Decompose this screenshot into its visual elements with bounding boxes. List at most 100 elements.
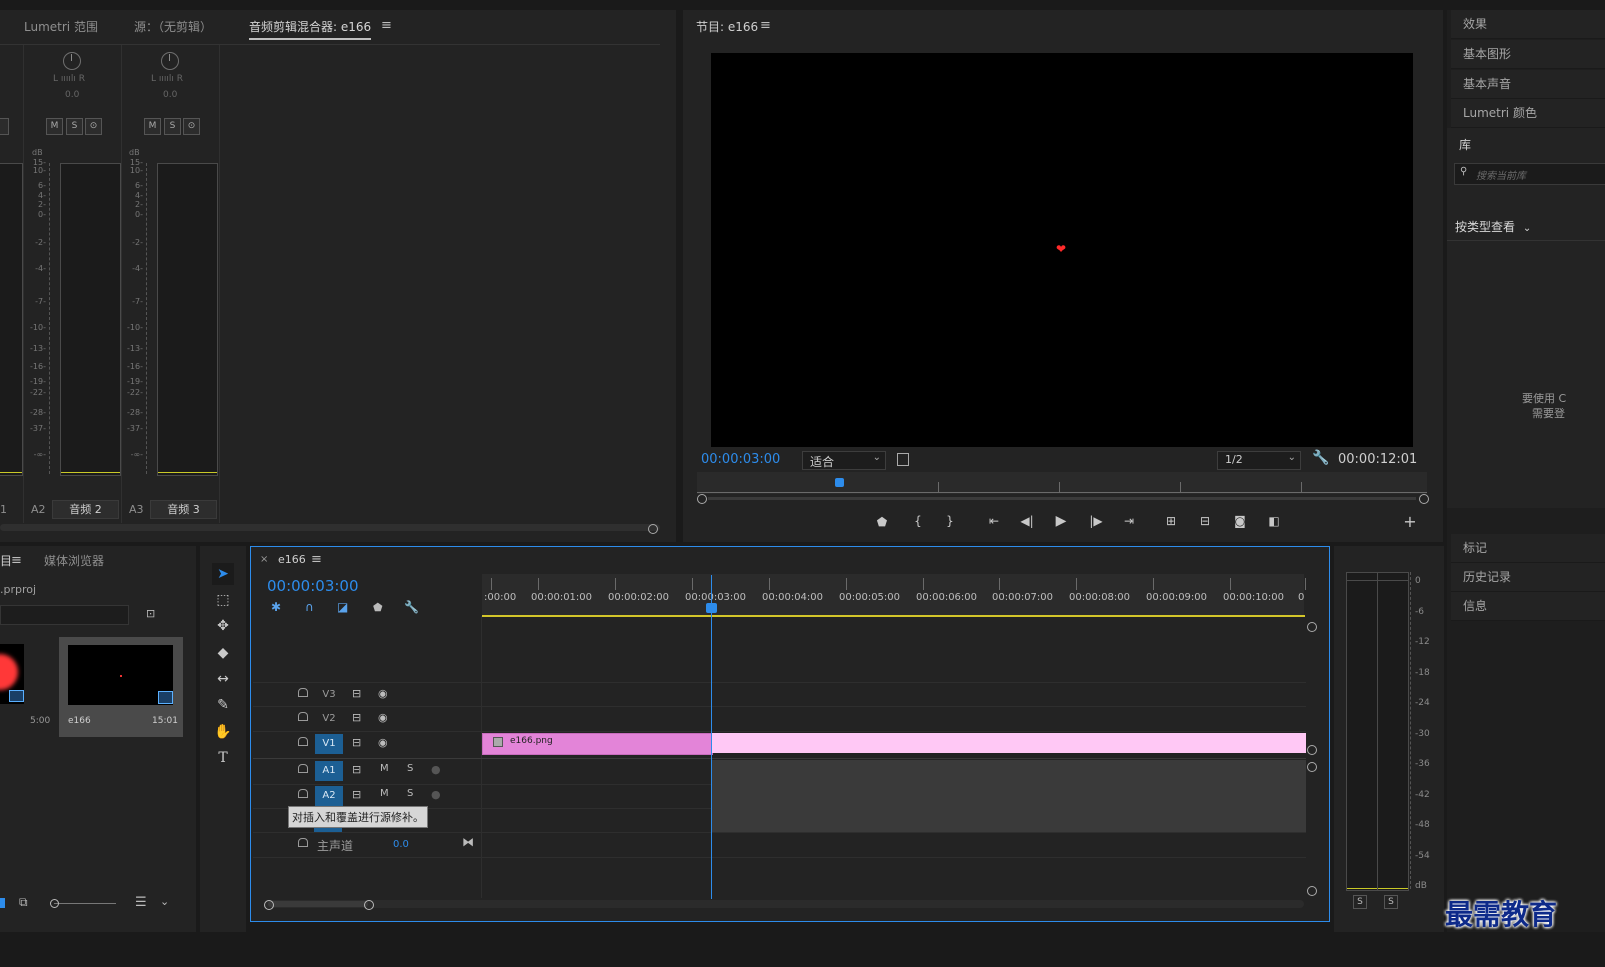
panel-effects[interactable]: 效果 — [1451, 10, 1605, 39]
monitor-time-ruler[interactable] — [697, 472, 1427, 494]
lock-icon[interactable] — [298, 838, 308, 847]
channel-name-a3[interactable]: 音频 3 — [150, 500, 217, 519]
lock-icon[interactable] — [298, 764, 308, 773]
sequence-tab[interactable]: e166 — [278, 553, 306, 566]
channel-name-a2[interactable]: 音频 2 — [52, 500, 119, 519]
track-name[interactable]: A2 — [315, 786, 343, 806]
play-button[interactable]: ▶ — [1050, 513, 1072, 529]
list-view-icon[interactable] — [0, 898, 5, 908]
track-select-tool-icon[interactable]: ⬚ — [212, 589, 234, 611]
solo-left-button[interactable]: S — [1353, 895, 1367, 909]
mute-track-button[interactable]: M — [380, 788, 389, 799]
tab-source[interactable]: 源：（无剪辑） — [134, 18, 212, 35]
button-editor-plus-icon[interactable]: + — [1399, 512, 1421, 531]
lock-icon[interactable] — [298, 688, 308, 697]
track-name[interactable]: V3 — [315, 685, 343, 705]
panel-menu-icon[interactable]: ≡ — [11, 553, 22, 568]
go-to-out-button[interactable]: ⇥ — [1118, 514, 1140, 528]
razor-tool-icon[interactable]: ◆ — [212, 642, 234, 664]
mark-out-button[interactable]: } — [939, 514, 961, 528]
solo-track-button[interactable]: S — [407, 788, 413, 799]
track-name[interactable]: V2 — [315, 709, 343, 729]
wrench-icon[interactable]: 🔧 — [404, 600, 419, 614]
tab-media-browser[interactable]: 媒体浏览器 — [44, 552, 104, 569]
lock-icon[interactable] — [298, 737, 308, 746]
eye-icon[interactable]: ◉ — [378, 736, 388, 749]
master-meter-toggle-icon[interactable]: ⧓ — [462, 835, 474, 849]
mute-button-a3[interactable]: M — [144, 118, 161, 135]
microphone-icon[interactable]: ● — [431, 788, 441, 801]
zoom-handle-right[interactable] — [1419, 494, 1429, 504]
close-icon[interactable]: × — [260, 554, 268, 565]
lift-button[interactable]: ⊞ — [1160, 514, 1182, 528]
panel-markers[interactable]: 标记 — [1451, 534, 1605, 563]
add-marker-button[interactable]: ⬟ — [871, 515, 893, 529]
resolution-select[interactable]: 1/2 ⌄ — [1217, 451, 1301, 470]
microphone-icon[interactable]: ● — [431, 763, 441, 776]
horizontal-scrollbar[interactable] — [0, 524, 660, 531]
wrench-icon[interactable]: 🔧 — [1312, 450, 1329, 466]
type-tool-icon[interactable]: T — [212, 747, 234, 769]
project-search-input[interactable] — [0, 605, 129, 625]
scroll-handle[interactable] — [264, 900, 274, 910]
volume-fader-track[interactable] — [49, 163, 51, 474]
scroll-handle[interactable] — [648, 524, 658, 534]
sort-icon[interactable]: ☰ — [135, 895, 147, 910]
library-search[interactable]: ⚲ 搜索当前库 — [1454, 163, 1605, 185]
fit-select[interactable]: 适合 ⌄ — [802, 451, 886, 470]
chevron-down-icon[interactable]: ⌄ — [160, 895, 169, 908]
sync-lock-icon[interactable]: ⊟ — [352, 687, 361, 700]
master-volume[interactable]: 0.0 — [393, 839, 409, 850]
mute-track-button[interactable]: M — [380, 763, 389, 774]
panel-menu-icon[interactable]: ≡ — [760, 18, 771, 33]
track-name[interactable]: V1 — [315, 734, 343, 754]
pen-tool-icon[interactable]: ✎ — [212, 694, 234, 716]
solo-track-button[interactable]: S — [407, 763, 413, 774]
linked-selection-icon[interactable]: ◪ — [337, 600, 348, 614]
hand-tool-icon[interactable]: ✋ — [212, 721, 234, 743]
panel-essential-sound[interactable]: 基本声音 — [1451, 70, 1605, 99]
tab-audio-clip-mixer[interactable]: 音频剪辑混合器: e166 — [249, 18, 372, 40]
sync-lock-icon[interactable]: ⊟ — [352, 711, 361, 724]
tab-lumetri-scopes[interactable]: Lumetri 范围 — [24, 18, 98, 35]
horizontal-scroll-thumb[interactable] — [268, 901, 368, 907]
record-button-a3[interactable]: ⊙ — [183, 118, 200, 135]
vertical-scroll-handle[interactable] — [1307, 745, 1317, 755]
step-back-button[interactable]: ◀| — [1016, 514, 1038, 528]
panel-history[interactable]: 历史记录 — [1451, 563, 1605, 592]
vertical-scroll-handle[interactable] — [1307, 762, 1317, 772]
partial-button[interactable] — [0, 118, 9, 135]
timeline-playhead[interactable] — [706, 603, 717, 613]
panel-info[interactable]: 信息 — [1451, 592, 1605, 621]
zoom-bar[interactable] — [708, 497, 1416, 500]
track-name[interactable]: A1 — [315, 761, 343, 781]
volume-fader-track[interactable] — [146, 163, 148, 474]
panel-lumetri-color[interactable]: Lumetri 颜色 — [1451, 99, 1605, 128]
safe-margins-icon[interactable] — [897, 453, 909, 466]
zoom-handle-left[interactable] — [697, 494, 707, 504]
lock-icon[interactable] — [298, 712, 308, 721]
lock-icon[interactable] — [298, 789, 308, 798]
pan-knob-a3[interactable] — [161, 52, 179, 70]
timeline-timecode[interactable]: 00:00:03:00 — [267, 577, 359, 595]
sync-lock-icon[interactable]: ⊟ — [352, 736, 361, 749]
zoom-slider-handle[interactable] — [50, 899, 59, 908]
step-forward-button[interactable]: |▶ — [1085, 514, 1107, 528]
sync-lock-icon[interactable]: ⊟ — [352, 788, 361, 801]
panel-libraries[interactable]: 库 — [1459, 136, 1471, 153]
ripple-edit-tool-icon[interactable]: ✥ — [212, 615, 234, 637]
selection-tool-icon[interactable]: ➤ — [212, 563, 234, 585]
comparison-view-button[interactable]: ◧ — [1263, 514, 1285, 528]
panel-essential-graphics[interactable]: 基本图形 — [1451, 40, 1605, 69]
solo-button-a3[interactable]: S — [164, 118, 181, 135]
snap-icon[interactable]: ∩ — [305, 600, 314, 614]
extract-button[interactable]: ⊟ — [1194, 514, 1216, 528]
v1-clip-selected[interactable] — [711, 733, 1306, 753]
scroll-handle[interactable] — [364, 900, 374, 910]
go-to-in-button[interactable]: ⇤ — [983, 514, 1005, 528]
slip-tool-icon[interactable]: ↔ — [212, 668, 234, 690]
work-area-bar[interactable] — [482, 615, 1305, 617]
panel-menu-icon[interactable]: ≡ — [381, 18, 392, 33]
nest-icon[interactable]: ✱ — [271, 600, 281, 614]
v1-clip[interactable]: e166.png — [482, 733, 713, 755]
